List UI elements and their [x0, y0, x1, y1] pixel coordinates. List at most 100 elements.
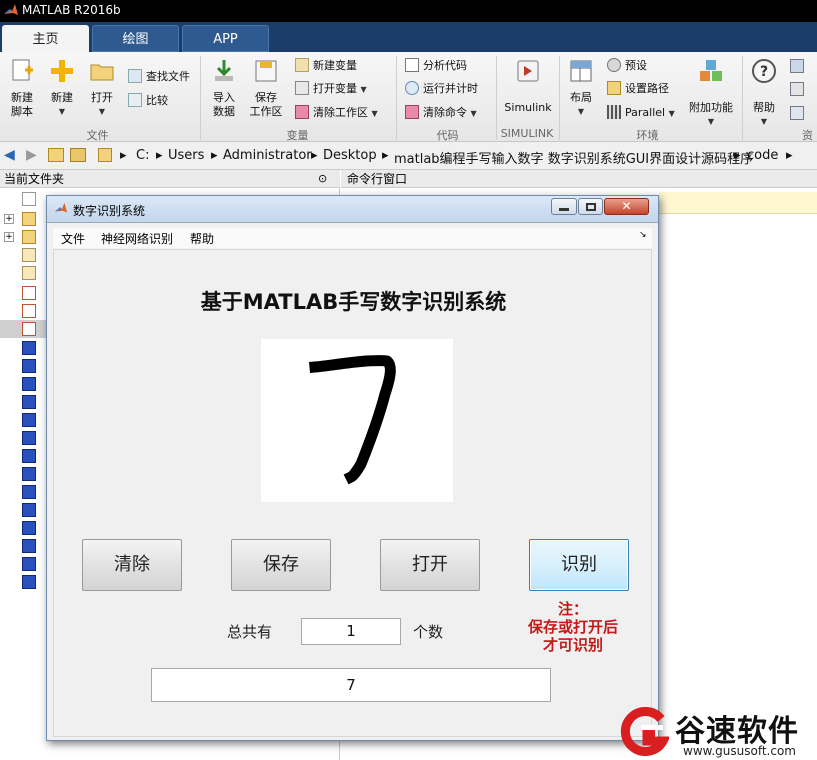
expand-icon[interactable]: +	[4, 214, 14, 224]
open-button[interactable]: 打开 ▼	[84, 58, 120, 119]
chevron-down-icon: ▼	[360, 85, 367, 94]
new-button[interactable]: 新建 ▼	[44, 58, 80, 119]
breadcrumb-item[interactable]: Desktop	[323, 148, 377, 163]
tab-plots[interactable]: 绘图	[92, 25, 179, 52]
bmp-file-icon[interactable]	[22, 413, 36, 427]
community-icon[interactable]	[790, 59, 804, 73]
count-field[interactable]: 1	[301, 618, 401, 645]
gui-content: 基于MATLAB手写数字识别系统 清除 保存 打开 识别 总共有 1 个数 注：…	[53, 249, 652, 737]
run-and-time-label: 运行并计时	[423, 82, 478, 95]
bmp-file-icon[interactable]	[22, 521, 36, 535]
menu-help[interactable]: 帮助	[190, 230, 214, 247]
clear-commands-button[interactable]: 清除命令 ▼	[405, 104, 477, 122]
simulink-button[interactable]: Simulink	[500, 58, 556, 115]
checklist-icon	[405, 58, 419, 72]
find-files-button[interactable]: 查找文件	[128, 68, 190, 86]
bmp-file-icon[interactable]	[22, 431, 36, 445]
folder-icon	[98, 148, 112, 162]
bmp-file-icon[interactable]	[22, 449, 36, 463]
new-variable-button[interactable]: 新建变量	[295, 57, 357, 75]
close-button[interactable]: ✕	[604, 198, 649, 215]
matlab-logo-icon	[54, 202, 68, 213]
group-label-variable: 变量	[286, 129, 309, 142]
menu-file[interactable]: 文件	[61, 230, 85, 247]
bmp-file-icon[interactable]	[22, 539, 36, 553]
group-separator	[742, 56, 743, 140]
bmp-file-icon[interactable]	[22, 377, 36, 391]
m-file-icon[interactable]	[22, 304, 36, 318]
bmp-file-icon[interactable]	[22, 557, 36, 571]
bmp-file-icon[interactable]	[22, 485, 36, 499]
tab-home[interactable]: 主页	[2, 25, 89, 52]
addons-button[interactable]: 附加功能 ▼	[685, 58, 737, 129]
help-button[interactable]: ? 帮助 ▼	[746, 58, 782, 129]
bmp-file-icon[interactable]	[22, 341, 36, 355]
breadcrumb-item[interactable]: matlab编程手写输入数字 数字识别系统GUI界面设计源码程序	[394, 148, 753, 167]
tab-apps[interactable]: APP	[182, 25, 269, 52]
set-path-label: 设置路径	[625, 82, 669, 95]
group-label-resources: 资	[802, 129, 813, 142]
group-separator	[396, 56, 397, 140]
save-button[interactable]: 保存	[231, 539, 331, 591]
parallel-button[interactable]: Parallel ▼	[607, 104, 675, 122]
forward-arrow-icon[interactable]: ▶	[26, 147, 37, 163]
command-window[interactable]	[659, 188, 817, 760]
new-script-button[interactable]: 新建 脚本	[4, 58, 40, 119]
up-folder-icon[interactable]	[48, 148, 64, 162]
analyze-code-button[interactable]: 分析代码	[405, 57, 467, 75]
gui-menubar: 文件 神经网络识别 帮助 ↘	[53, 228, 652, 248]
m-file-icon[interactable]	[22, 286, 36, 300]
chevron-down-icon: ▼	[371, 109, 378, 118]
compare-icon	[128, 93, 142, 107]
clear-button[interactable]: 清除	[82, 539, 182, 591]
fig-file-icon[interactable]	[22, 248, 36, 262]
group-label-file: 文件	[86, 129, 109, 142]
bmp-file-icon[interactable]	[22, 359, 36, 373]
breadcrumb-item[interactable]: C:	[136, 148, 149, 163]
stopwatch-icon	[405, 81, 419, 95]
open-variable-button[interactable]: 打开变量 ▼	[295, 80, 367, 98]
close-icon: ✕	[621, 199, 632, 213]
bmp-file-icon[interactable]	[22, 503, 36, 517]
maximize-button[interactable]	[578, 198, 603, 215]
chevron-down-icon: ▼	[98, 107, 106, 116]
compare-button[interactable]: 比较	[128, 92, 168, 110]
clear-workspace-button[interactable]: 清除工作区 ▼	[295, 104, 378, 122]
result-field[interactable]: 7	[151, 668, 551, 702]
set-path-button[interactable]: 设置路径	[607, 80, 669, 98]
minimize-button[interactable]	[551, 198, 577, 215]
import-data-button[interactable]: 导入 数据	[206, 58, 242, 119]
chevron-down-icon[interactable]: ⊙	[318, 170, 327, 188]
save-workspace-button[interactable]: 保存 工作区	[246, 58, 286, 119]
folder-icon[interactable]	[22, 212, 36, 226]
menu-neural-network[interactable]: 神经网络识别	[101, 230, 173, 247]
recognize-button[interactable]: 识别	[529, 539, 629, 591]
learn-matlab-icon[interactable]	[790, 106, 804, 120]
run-and-time-button[interactable]: 运行并计时	[405, 80, 478, 98]
folder-icon[interactable]	[22, 230, 36, 244]
expand-icon[interactable]: +	[4, 232, 14, 242]
breadcrumb-item[interactable]: code	[747, 148, 778, 163]
bmp-file-icon[interactable]	[22, 575, 36, 589]
bmp-file-icon[interactable]	[22, 467, 36, 481]
breadcrumb-item[interactable]: Administrator	[223, 148, 312, 163]
fig-file-icon[interactable]	[22, 266, 36, 280]
layout-icon	[570, 60, 592, 82]
file-icon[interactable]	[22, 192, 36, 206]
dock-arrow-icon[interactable]: ↘	[639, 230, 647, 240]
preferences-button[interactable]: 预设	[607, 57, 647, 75]
breadcrumb-item[interactable]: Users	[168, 148, 204, 163]
back-arrow-icon[interactable]: ◀	[4, 147, 15, 163]
count-suffix-label: 个数	[413, 623, 444, 641]
bmp-file-icon[interactable]	[22, 395, 36, 409]
browse-folder-icon[interactable]	[70, 148, 86, 162]
request-support-icon[interactable]	[790, 82, 804, 96]
open-button[interactable]: 打开	[380, 539, 480, 591]
m-file-icon[interactable]	[22, 322, 36, 336]
maximize-icon	[585, 203, 596, 211]
layout-button[interactable]: 布局 ▼	[564, 58, 598, 119]
addons-label: 附加功能	[689, 101, 733, 114]
drawing-canvas[interactable]	[261, 339, 453, 502]
help-label: 帮助	[753, 101, 775, 114]
count-prefix-label: 总共有	[227, 623, 273, 641]
